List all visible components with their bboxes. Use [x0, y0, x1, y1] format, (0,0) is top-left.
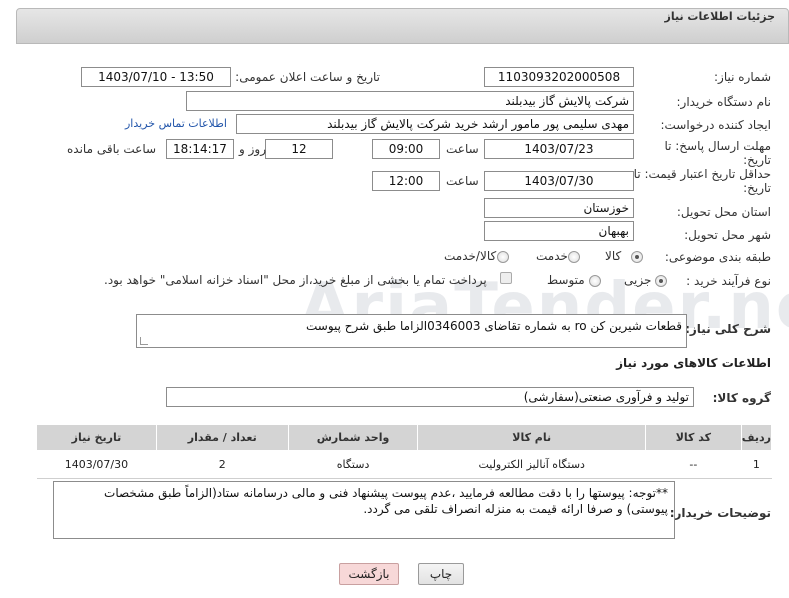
category-radio-goods[interactable]: [631, 251, 643, 263]
goods-section-title: اطلاعات کالاهای مورد نیاز: [616, 356, 771, 370]
price-validity-time-field: 12:00: [372, 171, 440, 191]
buyer-org-field: شرکت پالایش گاز بیدبلند: [186, 91, 634, 111]
need-number-field: 1103093202000508: [484, 67, 634, 87]
process-radio-minor[interactable]: [655, 275, 667, 287]
category-option-service: خدمت: [536, 249, 568, 263]
description-resize-grip[interactable]: [140, 337, 148, 345]
need-number-label: شماره نیاز:: [714, 70, 771, 84]
column-header-unit: واحد شمارش: [287, 424, 419, 451]
requester-field: مهدی سلیمی پور مامور ارشد خرید شرکت پالا…: [236, 114, 634, 134]
description-field[interactable]: قطعات شیرین کن ro به شماره تقاضای 034600…: [136, 314, 687, 348]
category-label: طبقه بندی موضوعی:: [664, 250, 771, 264]
panel-title: جزئیات اطلاعات نیاز: [664, 10, 776, 23]
remaining-days-label: روز و: [239, 142, 266, 156]
announce-datetime-field: 1403/07/10 - 13:50: [81, 67, 231, 87]
category-option-goods: کالا: [605, 249, 622, 263]
column-header-qty: تعداد / مقدار: [155, 424, 289, 451]
cell-qty: 2: [156, 450, 289, 479]
goods-group-label: گروه کالا:: [712, 391, 771, 405]
process-option-minor: جزیی: [624, 273, 652, 287]
response-deadline-label: مهلت ارسال پاسخ: تا: [664, 139, 771, 153]
print-button[interactable]: چاپ: [418, 563, 464, 585]
response-time-field: 09:00: [372, 139, 440, 159]
column-header-index: ردیف: [740, 424, 773, 451]
delivery-province-field: خوزستان: [484, 198, 634, 218]
process-option-medium: متوسط: [547, 273, 585, 287]
delivery-city-label: شهر محل تحویل:: [684, 228, 771, 242]
announce-datetime-label: تاریخ و ساعت اعلان عمومی:: [235, 70, 380, 84]
price-validity-time-label: ساعت: [446, 174, 479, 188]
price-validity-date-field: 1403/07/30: [484, 171, 634, 191]
delivery-city-field: بهبهان: [484, 221, 634, 241]
table-row: 1 -- دستگاه آنالیز الکترولیت دستگاه 2 14…: [36, 450, 772, 479]
remaining-time-label: ساعت باقی مانده: [67, 142, 157, 156]
description-label: شرح کلی نیاز:: [685, 322, 771, 336]
response-deadline-label-date: تاریخ:: [743, 153, 771, 167]
process-type-label: نوع فرآیند خرید :: [686, 274, 771, 288]
cell-code: --: [645, 450, 742, 479]
remaining-time-field: 18:14:17: [166, 139, 234, 159]
delivery-province-label: استان محل تحویل:: [676, 205, 771, 219]
category-option-goods-service: کالا/خدمت: [444, 249, 497, 263]
cell-unit: دستگاه: [288, 450, 418, 479]
column-header-date: تاریخ نیاز: [36, 424, 157, 451]
cell-name: دستگاه آنالیز الکترولیت: [417, 450, 646, 479]
back-button[interactable]: بازگشت: [339, 563, 399, 585]
goods-table: ردیف کد کالا نام کالا واحد شمارش تعداد /…: [36, 424, 773, 479]
response-time-label: ساعت: [446, 142, 479, 156]
cell-index: 1: [741, 450, 772, 479]
remaining-days-field: 12: [265, 139, 333, 159]
treasury-payment-note: پرداخت تمام یا بخشی از مبلغ خرید،از محل …: [104, 273, 487, 287]
buyer-contact-link[interactable]: اطلاعات تماس خریدار: [125, 117, 227, 130]
price-validity-label-date: تاریخ:: [743, 181, 771, 195]
cell-date: 1403/07/30: [36, 450, 157, 479]
column-header-code: کد کالا: [644, 424, 742, 451]
buyer-org-label: نام دستگاه خریدار:: [676, 95, 772, 109]
buyer-notes-field[interactable]: **توجه: پیوستها را با دقت مطالعه فرمایید…: [53, 481, 675, 539]
goods-group-field: تولید و فرآوری صنعتی(سفارشی): [166, 387, 694, 407]
column-header-name: نام کالا: [417, 424, 646, 451]
process-radio-medium[interactable]: [589, 275, 601, 287]
price-validity-label: حداقل تاریخ اعتبار قیمت: تا: [633, 167, 771, 181]
response-date-field: 1403/07/23: [484, 139, 634, 159]
treasury-payment-checkbox[interactable]: [500, 272, 512, 284]
category-radio-service[interactable]: [568, 251, 580, 263]
buyer-notes-label: توضیحات خریدار:: [669, 506, 771, 520]
category-radio-goods-service[interactable]: [497, 251, 509, 263]
requester-label: ایجاد کننده درخواست:: [660, 118, 771, 132]
